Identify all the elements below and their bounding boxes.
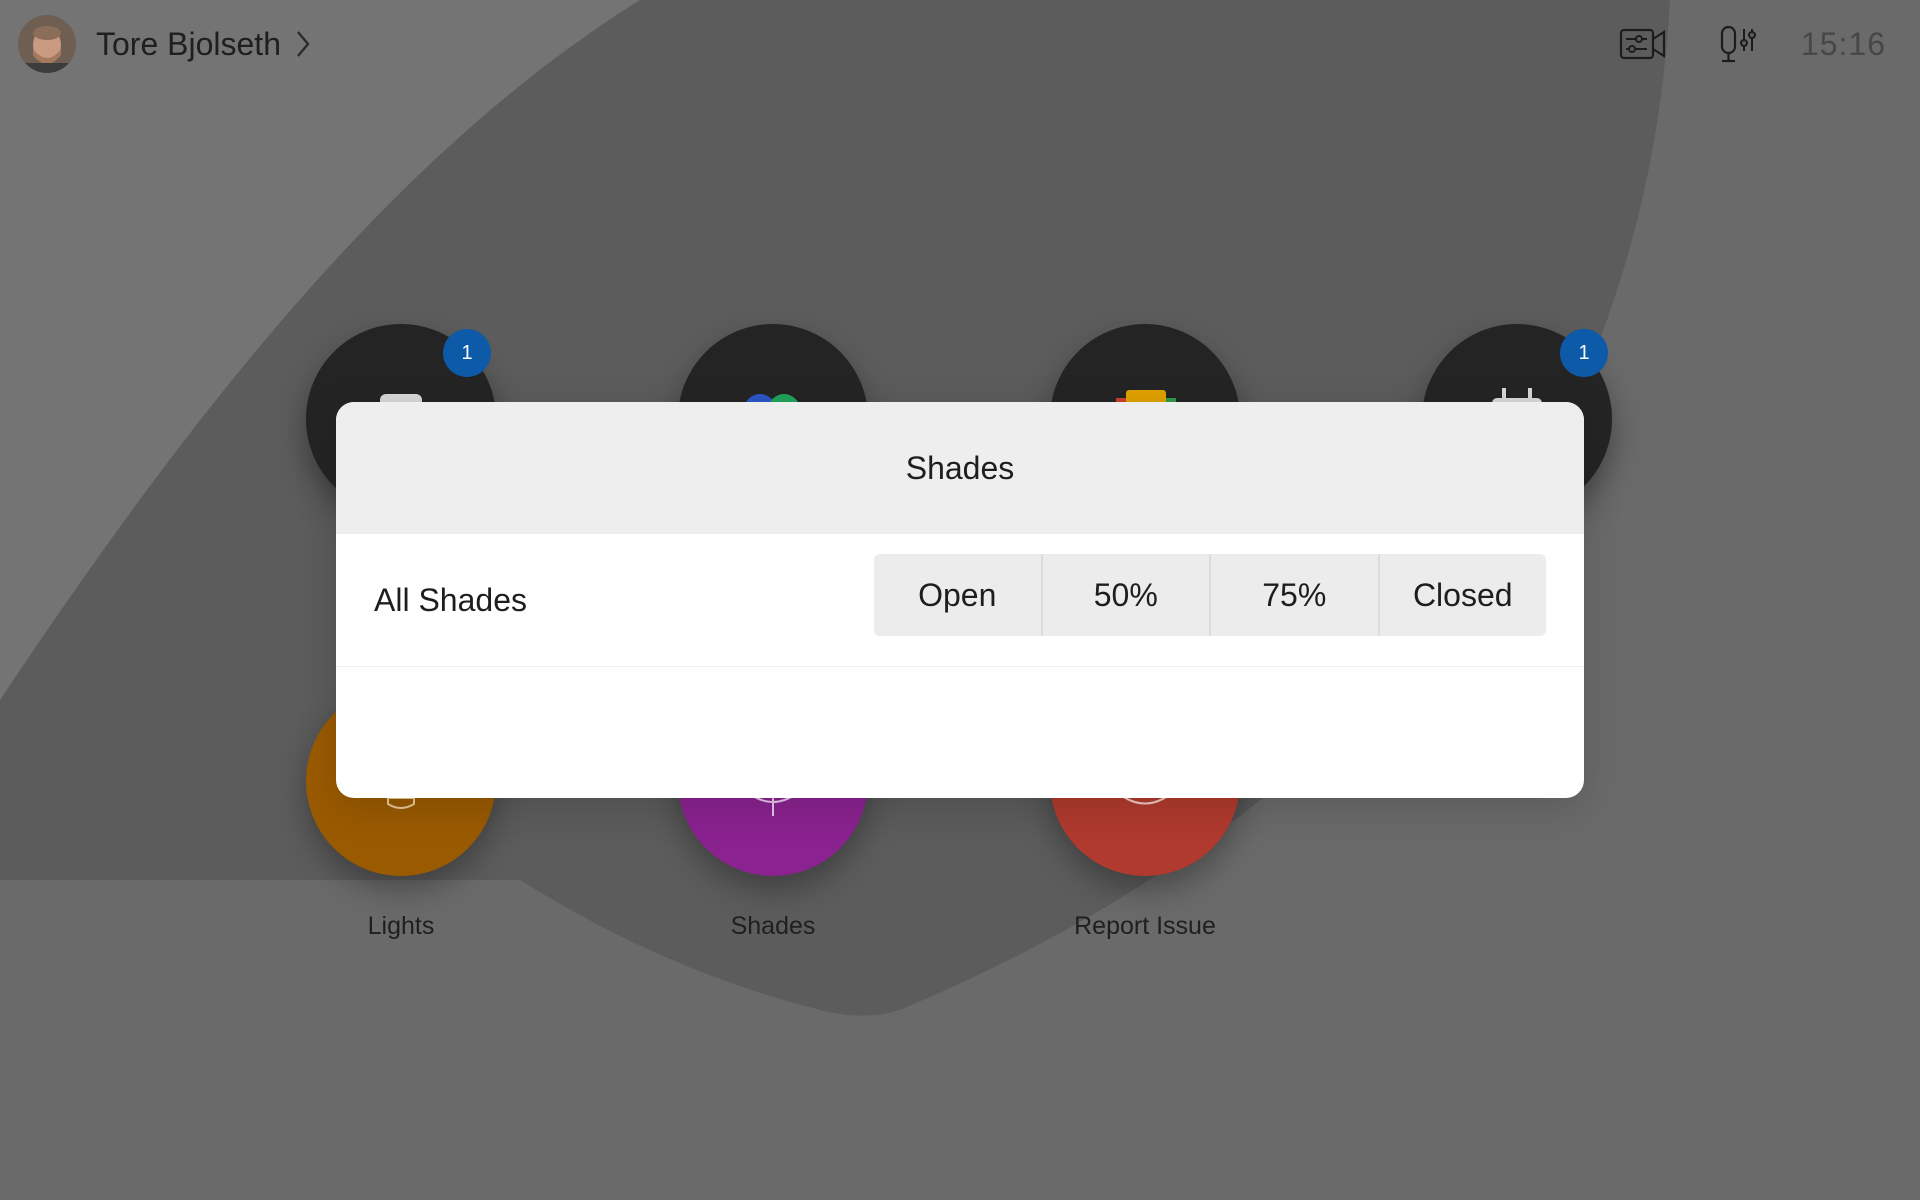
chevron-right-icon [297,31,310,57]
shade-position-selector: Open 50% 75% Closed [874,554,1546,636]
shade-closed-button[interactable]: Closed [1380,554,1547,636]
shades-row-all: All Shades Open 50% 75% Closed [336,534,1584,667]
shade-75-percent-button[interactable]: 75% [1211,554,1380,636]
shade-open-button[interactable]: Open [874,554,1043,636]
avatar [18,15,76,73]
row-label: All Shades [374,581,527,618]
user-profile-button[interactable]: Tore Bjolseth [18,14,311,74]
notification-badge: 1 [443,329,491,377]
microphone-settings-button[interactable] [1707,14,1767,74]
avatar-image [18,15,76,73]
dialog-title: Shades [336,402,1584,534]
tile-label-lights: Lights [367,912,435,940]
camera-settings-icon [1619,28,1666,60]
shade-50-percent-button[interactable]: 50% [1043,554,1211,636]
camera-settings-button[interactable] [1613,14,1673,74]
microphone-settings-icon [1720,25,1756,63]
shades-dialog: Shades All Shades Open 50% 75% Closed [336,402,1584,798]
tile-label-shades: Shades [730,912,816,940]
user-name: Tore Bjolseth [96,25,281,62]
clock: 15:16 [1800,25,1886,62]
tile-label-report-issue: Report Issue [1074,912,1216,940]
notification-badge: 1 [1560,329,1608,377]
